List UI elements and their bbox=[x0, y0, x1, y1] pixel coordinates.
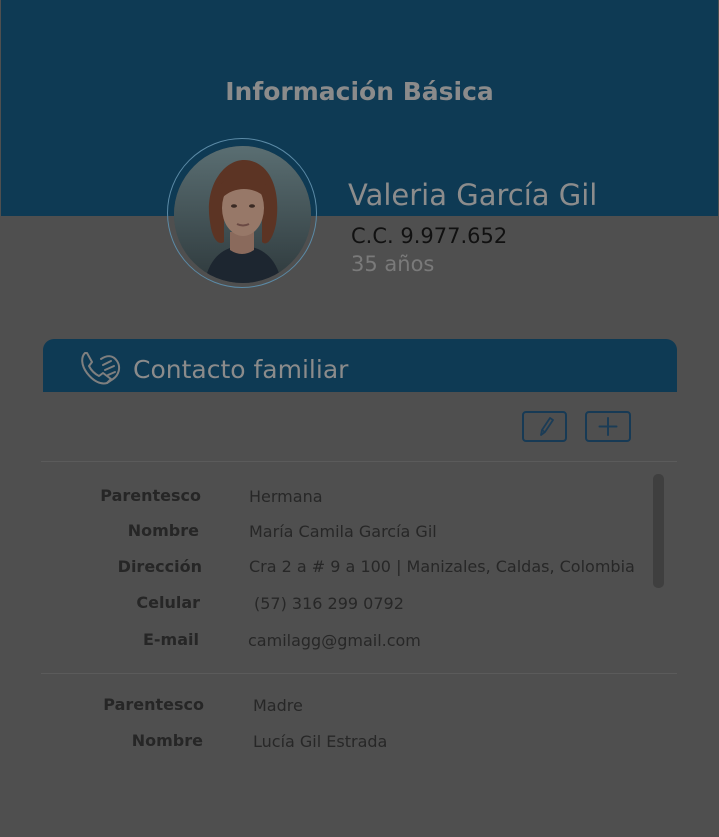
profile-age: 35 años bbox=[351, 252, 435, 276]
app-frame: Información Básica Valeria García Gil C.… bbox=[1, 0, 718, 836]
plus-icon bbox=[598, 417, 618, 436]
field-label-email: E-mail bbox=[142, 630, 199, 649]
pencil-icon bbox=[540, 417, 554, 436]
phone-hand-icon bbox=[81, 352, 121, 385]
scrollbar-thumb[interactable] bbox=[653, 474, 664, 588]
divider bbox=[41, 461, 677, 462]
profile-name: Valeria García Gil bbox=[348, 178, 598, 212]
field-value-nombre: María Camila García Gil bbox=[249, 522, 437, 541]
field-value-celular: (57) 316 299 0792 bbox=[254, 594, 404, 613]
field-value-email: camilagg@gmail.com bbox=[248, 631, 421, 650]
field-value-parentesco: Hermana bbox=[249, 487, 323, 506]
field-label-celular: Celular bbox=[136, 593, 200, 612]
section-title: Contacto familiar bbox=[133, 355, 349, 384]
scrollbar[interactable] bbox=[653, 474, 664, 588]
field-label-nombre: Nombre bbox=[127, 521, 199, 540]
field-label-direccion: Dirección bbox=[117, 557, 202, 576]
field-label-nombre: Nombre bbox=[131, 731, 203, 750]
field-value-direccion: Cra 2 a # 9 a 100 | Manizales, Caldas, C… bbox=[249, 557, 635, 576]
profile-id: C.C. 9.977.652 bbox=[351, 224, 508, 248]
field-label-parentesco: Parentesco bbox=[100, 486, 201, 505]
avatar-photo bbox=[174, 146, 311, 283]
avatar bbox=[174, 146, 311, 283]
section-header-contacto-familiar: Contacto familiar bbox=[43, 339, 677, 392]
divider bbox=[41, 673, 677, 674]
page-title: Información Básica bbox=[225, 77, 494, 106]
edit-button[interactable] bbox=[522, 411, 567, 442]
field-value-parentesco: Madre bbox=[253, 696, 303, 715]
field-label-parentesco: Parentesco bbox=[103, 695, 204, 714]
add-button[interactable] bbox=[585, 411, 631, 442]
field-value-nombre: Lucía Gil Estrada bbox=[253, 732, 388, 751]
